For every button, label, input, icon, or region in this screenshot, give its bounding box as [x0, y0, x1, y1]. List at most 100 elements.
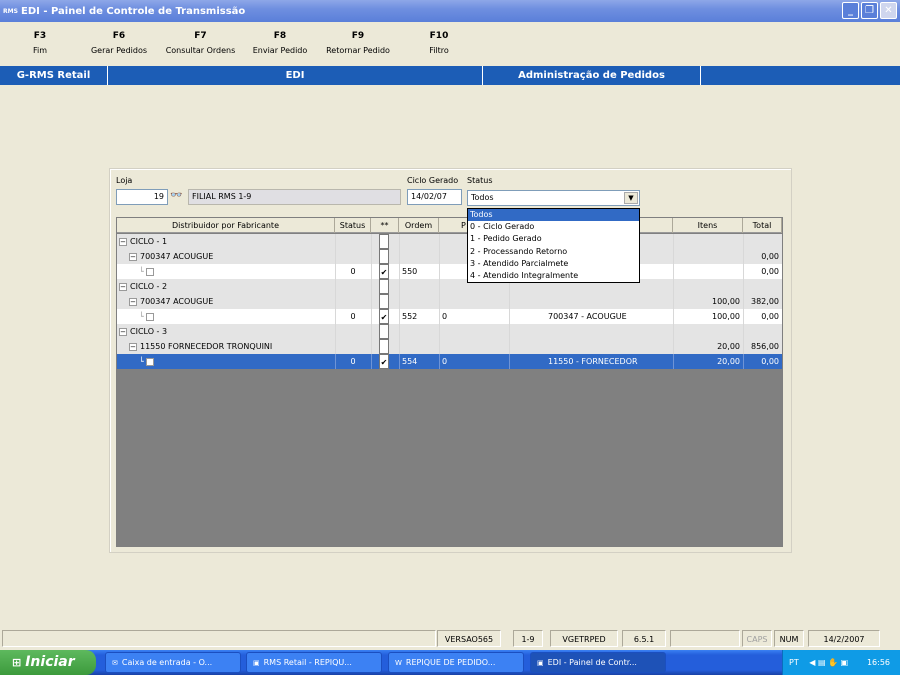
title-bar: RMS EDI - Painel de Controle de Transmis… — [0, 0, 900, 22]
module-bar: G-RMS Retail EDI Administração de Pedido… — [0, 66, 900, 85]
col-flag[interactable]: ** — [371, 218, 399, 233]
row-ordem: 550 — [402, 267, 418, 276]
row-select-checkbox[interactable] — [145, 357, 154, 366]
status-num: NUM — [774, 630, 804, 647]
table-row[interactable]: −700347 ACOUGUE 100,00 382,00 — [117, 294, 782, 309]
task-caixa-entrada[interactable]: ✉ Caixa de entrada - O... — [105, 652, 241, 673]
row-ordem: 552 — [402, 312, 418, 321]
status-option[interactable]: 0 - Ciclo Gerado — [468, 221, 639, 233]
f10-filtro-button[interactable]: F10 Filtro — [418, 31, 460, 55]
status-option[interactable]: 3 - Atendido Parcialmete — [468, 258, 639, 270]
loja-input[interactable]: 19 — [116, 189, 168, 205]
row-status: 0 — [350, 312, 356, 321]
status-select-value: Todos — [471, 193, 494, 202]
table-row[interactable]: − CICLO - 3 — [117, 324, 782, 339]
table-row[interactable]: └ 0 550 0,00 ✔ — [117, 264, 782, 279]
collapse-icon[interactable]: − — [129, 342, 137, 351]
row-destino: 11550 - FORNECEDOR — [548, 357, 638, 366]
status-version: 6.5.1 — [622, 630, 666, 647]
row-flag-checkbox[interactable] — [379, 234, 389, 249]
f6-gerar-pedidos-button[interactable]: F6 Gerar Pedidos — [74, 31, 164, 55]
row-flag-checkbox[interactable] — [379, 294, 389, 309]
row-flag-checkbox[interactable] — [379, 249, 389, 264]
tree-line-icon: └ — [139, 312, 144, 321]
table-row[interactable]: −700347 ACOUGUE 0,00 — [117, 249, 782, 264]
row-ordem — [399, 294, 439, 309]
row-total: 0,00 — [761, 267, 779, 276]
row-itens — [673, 324, 743, 339]
binoculars-icon[interactable]: 👓 — [170, 190, 182, 201]
row-name: −700347 ACOUGUE — [129, 297, 214, 306]
row-select-checkbox[interactable] — [145, 267, 154, 276]
chevron-down-icon[interactable]: ▼ — [624, 192, 638, 204]
taskbar: ⊞ Iniciar ✉ Caixa de entrada - O... ▣ RMS R… — [0, 650, 900, 675]
row-p: 0 — [442, 357, 448, 366]
row-itens — [673, 234, 743, 249]
language-indicator[interactable]: PT — [789, 658, 799, 667]
row-itens: 20,00 — [717, 357, 740, 366]
system-tray: PT ◀ ▤ ✋ ▣ 16:56 — [782, 650, 900, 675]
row-total: 0,00 — [761, 312, 779, 321]
collapse-icon[interactable]: − — [119, 327, 127, 336]
status-option[interactable]: 2 - Processando Retorno — [468, 246, 639, 258]
ciclo-gerado-input[interactable]: 14/02/07 — [407, 189, 462, 205]
table-row[interactable]: − CICLO - 1 — [117, 234, 782, 249]
row-ordem — [399, 279, 439, 294]
collapse-icon[interactable]: − — [129, 297, 137, 306]
col-ordem[interactable]: Ordem — [399, 218, 439, 233]
row-flag-checkbox[interactable]: ✔ — [379, 309, 389, 324]
module-grms-retail[interactable]: G-RMS Retail — [0, 66, 108, 85]
row-flag-checkbox[interactable]: ✔ — [379, 354, 389, 369]
row-flag-checkbox[interactable] — [379, 279, 389, 294]
status-option[interactable]: 4 - Atendido Integralmente — [468, 270, 639, 282]
row-flag-checkbox[interactable] — [379, 339, 389, 354]
row-status — [335, 234, 371, 249]
f9-retornar-pedido-button[interactable]: F9 Retornar Pedido — [317, 31, 399, 55]
table-row[interactable]: −11550 FORNECEDOR TRONQUINI 20,00 856,00 — [117, 339, 782, 354]
status-versao: VERSAO565 — [437, 630, 501, 647]
f7-consultar-ordens-button[interactable]: F7 Consultar Ordens — [158, 31, 243, 55]
f3-fim-button[interactable]: F3 Fim — [20, 31, 60, 55]
row-p — [439, 294, 509, 309]
collapse-icon[interactable]: − — [129, 252, 137, 261]
row-status — [335, 279, 371, 294]
row-ordem — [399, 234, 439, 249]
minimize-button[interactable]: _ — [842, 2, 859, 19]
table-row[interactable]: − CICLO - 2 — [117, 279, 782, 294]
module-administracao-pedidos[interactable]: Administração de Pedidos — [483, 66, 701, 85]
tray-icons[interactable]: ◀ ▤ ✋ ▣ — [809, 658, 848, 667]
module-edi[interactable]: EDI — [108, 66, 483, 85]
table-row[interactable]: └ 0 554 0 11550 - FORNECEDOR 20,00 0,00 ✔ — [117, 354, 782, 369]
status-option[interactable]: 1 - Pedido Gerado — [468, 233, 639, 245]
row-select-checkbox[interactable] — [145, 312, 154, 321]
restore-button[interactable]: ❐ — [861, 2, 878, 19]
col-distribuidor[interactable]: Distribuidor por Fabricante — [117, 218, 335, 233]
f8-enviar-pedido-button[interactable]: F8 Enviar Pedido — [246, 31, 314, 55]
collapse-icon[interactable]: − — [119, 237, 127, 246]
app-icon: RMS — [3, 7, 18, 15]
col-total[interactable]: Total — [743, 218, 782, 233]
task-edi-painel[interactable]: ▣ EDI - Painel de Contr... — [530, 652, 666, 673]
status-select[interactable]: Todos ▼ — [467, 190, 640, 206]
col-itens[interactable]: Itens — [673, 218, 743, 233]
col-status[interactable]: Status — [335, 218, 371, 233]
start-button[interactable]: ⊞ Iniciar — [0, 650, 96, 675]
row-name: − CICLO - 2 — [119, 282, 168, 291]
task-repique-pedido[interactable]: W REPIQUE DE PEDIDO... — [388, 652, 524, 673]
row-flag-checkbox[interactable] — [379, 324, 389, 339]
table-row[interactable]: └ 0 552 0 700347 - ACOUGUE 100,00 0,00 ✔ — [117, 309, 782, 324]
row-ordem — [399, 249, 439, 264]
status-program: VGETRPED — [550, 630, 618, 647]
row-p: 0 — [442, 312, 448, 321]
row-itens: 20,00 — [717, 342, 740, 351]
row-total: 0,00 — [761, 357, 779, 366]
row-ordem — [399, 324, 439, 339]
row-name: − CICLO - 3 — [119, 327, 168, 336]
status-option[interactable]: Todos — [468, 209, 639, 222]
task-rms-repique[interactable]: ▣ RMS Retail - REPIQU... — [246, 652, 382, 673]
row-status — [335, 294, 371, 309]
row-flag-checkbox[interactable]: ✔ — [379, 264, 389, 279]
collapse-icon[interactable]: − — [119, 282, 127, 291]
clock: 16:56 — [866, 658, 890, 667]
close-button[interactable]: ✕ — [880, 2, 897, 19]
